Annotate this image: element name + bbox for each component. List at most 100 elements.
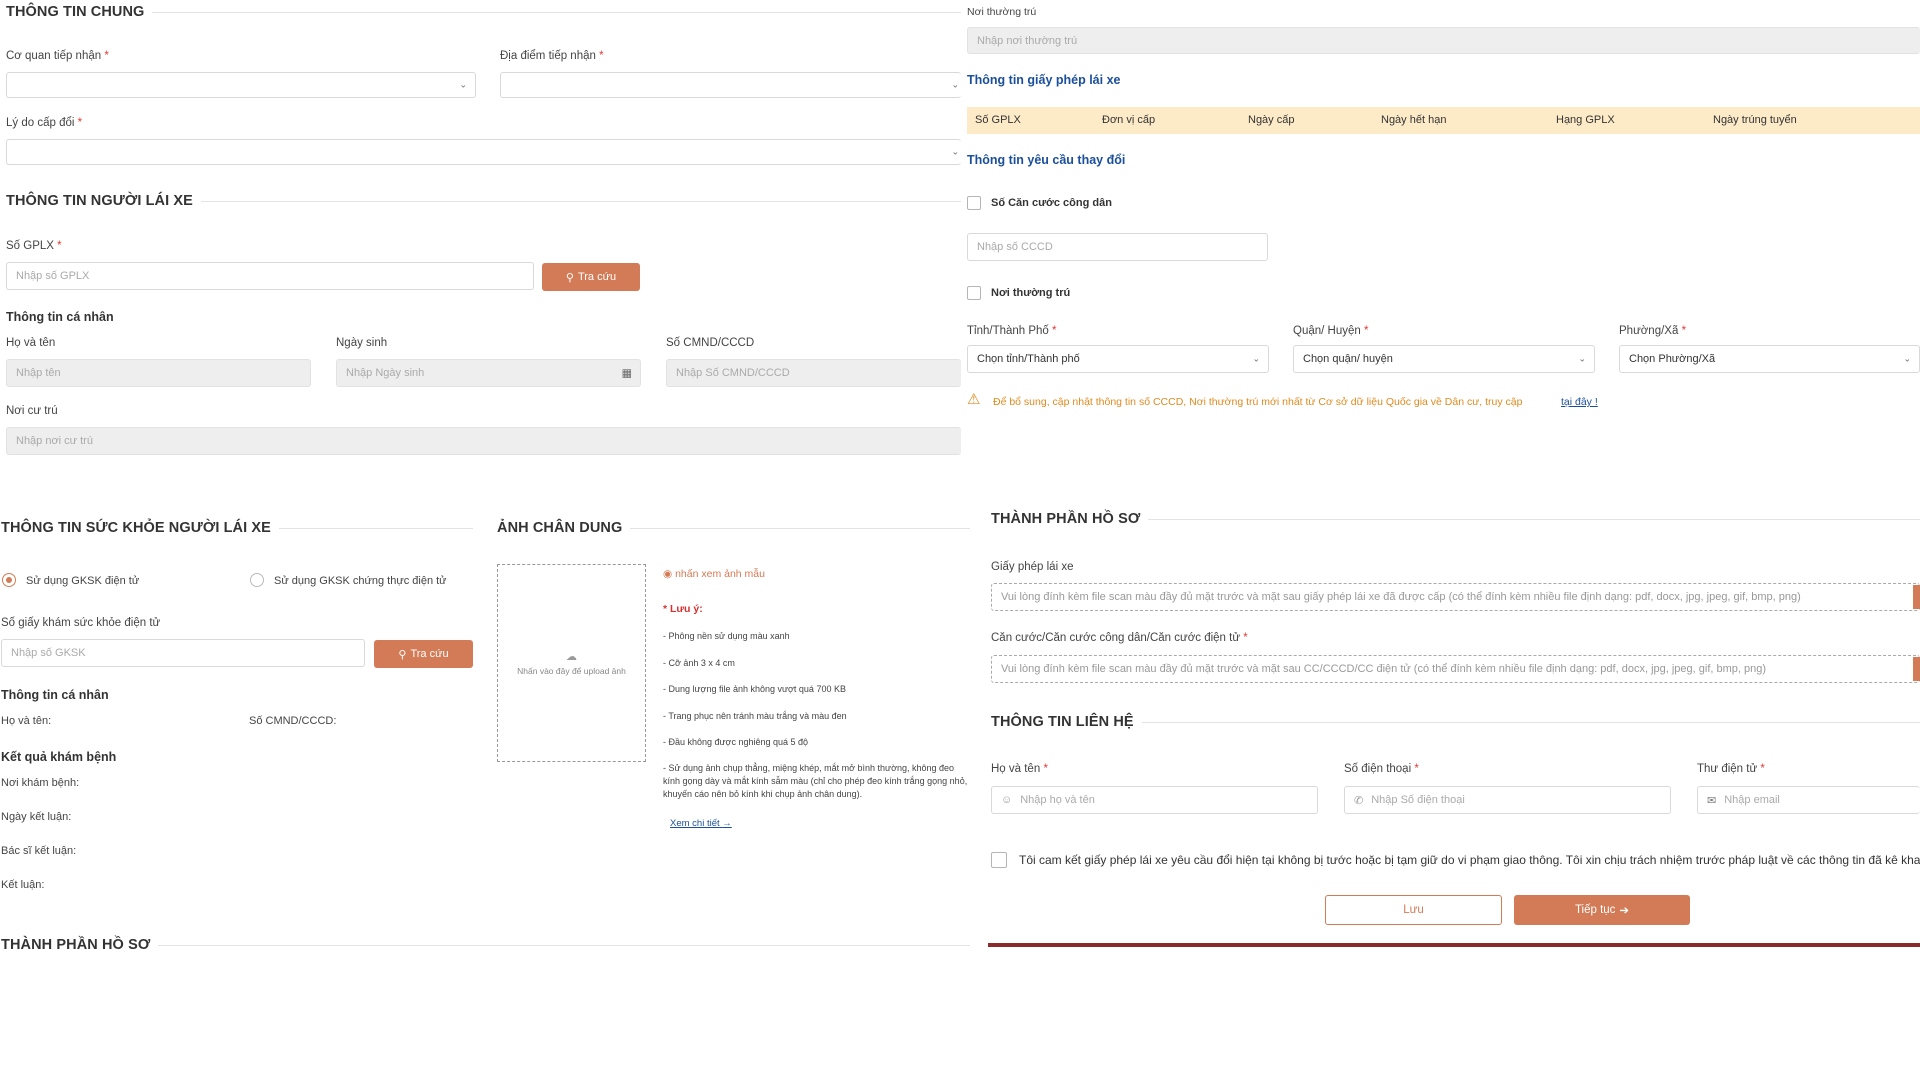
exam-place-kv: Nơi khám bệnh: bbox=[1, 777, 80, 789]
district-select[interactable]: Chọn quận/ huyện ⌄ bbox=[1293, 345, 1595, 373]
commit-text: Tôi cam kết giấy phép lái xe yêu cầu đổi… bbox=[1019, 853, 1920, 867]
agency-label-text: Cơ quan tiếp nhận bbox=[6, 50, 102, 62]
commit-checkbox[interactable] bbox=[991, 852, 1007, 868]
cccd-input[interactable]: Nhập số CCCD bbox=[967, 233, 1268, 261]
divider bbox=[158, 944, 970, 946]
residence-placeholder: Nhập nơi cư trú bbox=[16, 435, 93, 447]
divider bbox=[1148, 518, 1920, 520]
dossier-license-label: Giấy phép lái xe bbox=[991, 561, 1074, 573]
permanent-checkbox[interactable] bbox=[967, 286, 981, 300]
contact-title-text: THÔNG TIN LIÊN HỆ bbox=[991, 714, 1134, 730]
required-mark: * bbox=[1760, 763, 1765, 775]
permanent-input[interactable]: Nhập nơi thường trú bbox=[967, 27, 1920, 54]
dossier-id-label-text: Căn cước/Căn cước công dân/Căn cước điện… bbox=[991, 632, 1241, 644]
reason-select[interactable]: ⌄ bbox=[6, 139, 961, 165]
exam-result-heading: Kết quả khám bệnh bbox=[1, 750, 117, 764]
phone-icon: ✆ bbox=[1354, 794, 1364, 807]
note-item: - Dung lượng file ảnh không vượt quá 700… bbox=[663, 684, 846, 694]
lookup-label: Tra cứu bbox=[410, 648, 449, 660]
gplx-lookup-button[interactable]: ⚲ Tra cứu bbox=[542, 263, 640, 291]
district-label: Quận/ Huyện * bbox=[1293, 325, 1368, 337]
license-file-dropzone[interactable]: Vui lòng đính kèm file scan màu đầy đủ m… bbox=[991, 583, 1920, 611]
cccd-checkbox[interactable] bbox=[967, 196, 981, 210]
name-label: Họ và tên bbox=[6, 337, 56, 349]
cccd-check-label: Số Căn cước công dân bbox=[991, 197, 1112, 209]
dob-label: Ngày sinh bbox=[336, 337, 388, 349]
save-button[interactable]: Lưu bbox=[1325, 895, 1502, 925]
upload-hint: Nhấn vào đây để upload ảnh bbox=[517, 666, 626, 676]
chevron-down-icon: ⌄ bbox=[1252, 353, 1260, 364]
required-mark: * bbox=[104, 50, 109, 62]
id-file-placeholder: Vui lòng đính kèm file scan màu đầy đủ m… bbox=[1001, 663, 1767, 675]
dob-placeholder: Nhập Ngày sinh bbox=[346, 367, 425, 379]
location-select[interactable]: ⌄ bbox=[500, 72, 961, 98]
warning-link[interactable]: tại đây ! bbox=[1561, 396, 1598, 408]
th-issue-date: Ngày cấp bbox=[1248, 114, 1295, 126]
eye-icon: ◉ bbox=[663, 568, 673, 580]
id-input[interactable]: Nhập Số CMND/CCCD bbox=[666, 359, 961, 387]
health-name-kv: Họ và tên: bbox=[1, 715, 52, 727]
radio-certified-label: Sử dụng GKSK chứng thực điện tử bbox=[274, 575, 447, 587]
continue-button[interactable]: Tiếp tục ➔ bbox=[1514, 895, 1690, 925]
gksk-input[interactable]: Nhập số GKSK bbox=[1, 639, 365, 667]
province-select[interactable]: Chọn tỉnh/Thành phố ⌄ bbox=[967, 345, 1269, 373]
arrow-right-icon: → bbox=[722, 818, 732, 829]
search-icon: ⚲ bbox=[565, 271, 574, 284]
contact-name-input[interactable]: ☺ Nhập họ và tên bbox=[991, 786, 1318, 814]
exam-doctor-kv: Bác sĩ kết luận: bbox=[1, 845, 77, 857]
general-section-title: THÔNG TIN CHUNG bbox=[6, 4, 961, 20]
ward-value: Chọn Phường/Xã bbox=[1629, 353, 1716, 365]
th-issuer: Đơn vị cấp bbox=[1102, 114, 1156, 126]
agency-select[interactable]: ⌄ bbox=[6, 72, 476, 98]
name-input[interactable]: Nhập tên bbox=[6, 359, 311, 387]
radio-certified[interactable] bbox=[250, 573, 264, 587]
divider bbox=[200, 200, 961, 202]
lookup-label: Tra cứu bbox=[577, 271, 617, 283]
search-icon: ⚲ bbox=[398, 648, 407, 661]
user-icon: ☺ bbox=[1001, 794, 1013, 806]
id-upload-button[interactable] bbox=[1913, 657, 1920, 681]
th-pass-date: Ngày trúng tuyển bbox=[1713, 114, 1797, 126]
portrait-title-text: ẢNH CHÂN DUNG bbox=[497, 520, 623, 536]
contact-name-label: Họ và tên * bbox=[991, 763, 1048, 775]
contact-name-placeholder: Nhập họ và tên bbox=[1020, 794, 1095, 806]
required-mark: * bbox=[1681, 325, 1687, 337]
cloud-upload-icon: ☁ bbox=[566, 651, 577, 663]
note-item: - Trang phục nên tránh màu trắng và màu … bbox=[663, 711, 847, 721]
residence-label: Nơi cư trú bbox=[6, 405, 58, 417]
chevron-down-icon: ⌄ bbox=[951, 79, 959, 90]
gksk-lookup-button[interactable]: ⚲ Tra cứu bbox=[374, 640, 473, 668]
contact-email-placeholder: Nhập email bbox=[1724, 794, 1780, 806]
exam-date-kv: Ngày kết luận: bbox=[1, 811, 72, 823]
permanent-label: Nơi thường trú bbox=[967, 6, 1037, 18]
divider bbox=[152, 11, 961, 13]
portrait-upload-box[interactable]: ☁ Nhấn vào đây để upload ảnh bbox=[497, 564, 646, 762]
radio-electronic[interactable] bbox=[2, 573, 16, 587]
bottom-rule bbox=[988, 943, 1920, 947]
dossier-id-label: Căn cước/Căn cước công dân/Căn cước điện… bbox=[991, 632, 1248, 644]
general-title-text: THÔNG TIN CHUNG bbox=[6, 4, 145, 20]
required-mark: * bbox=[77, 117, 83, 129]
contact-email-input[interactable]: ✉ Nhập email bbox=[1697, 786, 1920, 814]
contact-phone-input[interactable]: ✆ Nhập Số điện thoại bbox=[1344, 786, 1671, 814]
gplx-input[interactable]: Nhập số GPLX bbox=[6, 262, 534, 290]
dossier-title-text: THÀNH PHẦN HỒ SƠ bbox=[991, 511, 1141, 527]
driver-section-title: THÔNG TIN NGƯỜI LÁI XE bbox=[6, 193, 961, 209]
change-request-heading: Thông tin yêu cầu thay đổi bbox=[967, 153, 1126, 167]
dob-input[interactable]: Nhập Ngày sinh ▦ bbox=[336, 359, 641, 387]
residence-input[interactable]: Nhập nơi cư trú bbox=[6, 427, 961, 455]
exam-conclusion-kv: Kết luận: bbox=[1, 879, 45, 891]
ward-select[interactable]: Chọn Phường/Xã ⌄ bbox=[1619, 345, 1920, 373]
id-file-dropzone[interactable]: Vui lòng đính kèm file scan màu đầy đủ m… bbox=[991, 655, 1920, 683]
gksk-placeholder: Nhập số GKSK bbox=[11, 647, 86, 659]
province-value: Chọn tỉnh/Thành phố bbox=[977, 353, 1080, 365]
reason-label-text: Lý do cấp đổi bbox=[6, 117, 75, 129]
sample-photo-link[interactable]: ◉ nhấn xem ảnh mẫu bbox=[663, 568, 765, 580]
sample-link-text: nhấn xem ảnh mẫu bbox=[675, 568, 765, 580]
detail-link[interactable]: Xem chi tiết → bbox=[670, 818, 732, 829]
province-label: Tỉnh/Thành Phố * bbox=[967, 325, 1057, 337]
dossier-section-title: THÀNH PHẦN HỒ SƠ bbox=[991, 511, 1920, 527]
license-upload-button[interactable] bbox=[1913, 585, 1920, 609]
divider bbox=[278, 527, 473, 529]
th-class: Hạng GPLX bbox=[1556, 114, 1615, 126]
